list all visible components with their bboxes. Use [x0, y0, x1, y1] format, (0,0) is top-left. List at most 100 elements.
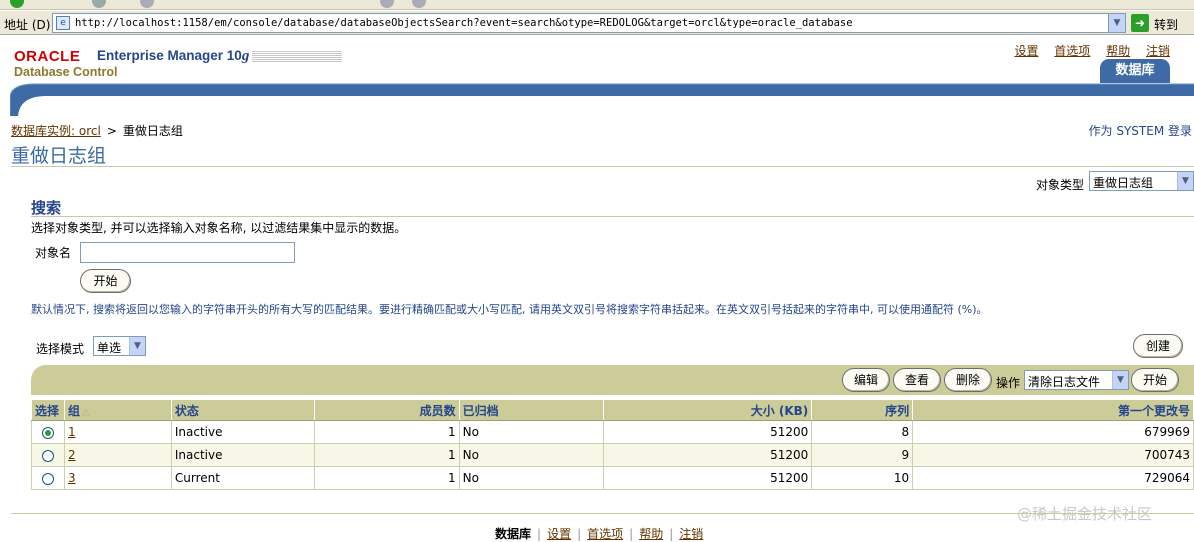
group-link[interactable]: 3 [68, 471, 76, 485]
oracle-logo-text: ORACLE [14, 48, 81, 65]
group-cell: 2 [63, 443, 172, 467]
go-button[interactable]: ➜ 转到 [1131, 13, 1191, 33]
global-link-help[interactable]: 帮助 [1106, 44, 1130, 58]
home-icon[interactable] [412, 0, 426, 8]
selection-mode-select[interactable]: 单选 ▼ [93, 336, 146, 356]
object-type-value: 重做日志组 [1093, 176, 1154, 190]
column-header-size: 大小 (KB) [603, 399, 813, 421]
selection-mode-label: 选择模式 [36, 342, 85, 356]
group-link[interactable]: 2 [68, 448, 76, 462]
status-cell: Inactive [170, 443, 315, 467]
sort-ascending-icon: △ [82, 406, 90, 418]
chevron-down-icon: ▼ [1112, 371, 1128, 389]
address-label: 地址 (D) [4, 18, 51, 32]
product-subtitle: Database Control [14, 65, 118, 79]
login-info: 作为 SYSTEM 登录 [1088, 124, 1192, 138]
search-start-button[interactable]: 开始 [80, 269, 131, 293]
sort-group-link[interactable]: 组 [68, 404, 80, 418]
selection-mode-value: 单选 [97, 341, 122, 355]
column-header-select: 选择 [31, 399, 65, 421]
column-header-first-change: 第一个更改号 [912, 399, 1194, 421]
stop-icon[interactable] [140, 0, 154, 8]
first-change-cell: 729064 [912, 466, 1194, 490]
operation-label: 操作 [996, 376, 1021, 390]
group-cell: 3 [63, 466, 172, 490]
members-cell: 1 [313, 443, 460, 467]
url-input[interactable]: e http://localhost:1158/em/console/datab… [52, 13, 1126, 33]
url-text: http://localhost:1158/em/console/databas… [75, 17, 853, 29]
header-bar [10, 83, 1194, 116]
go-label: 转到 [1154, 18, 1179, 32]
global-links: 设置 首选项 帮助 注销 [1002, 42, 1170, 59]
size-cell: 51200 [603, 466, 813, 490]
group-cell: 1 [63, 420, 172, 444]
column-header-sequence: 序列 [811, 399, 914, 421]
footer-link-preferences[interactable]: 首选项 [587, 527, 623, 541]
search-description: 选择对象类型, 并可以选择输入对象名称, 以过滤结果集中显示的数据。 [31, 221, 407, 235]
archived-cell: No [458, 466, 605, 490]
footer-separator: | [669, 527, 674, 541]
redo-log-table: 选择 组 △ 状态 成员数 已归档 大小 (KB) 序列 第一个更改号 1 Inac… [31, 399, 1194, 490]
object-type-select[interactable]: 重做日志组 ▼ [1089, 171, 1194, 191]
row-radio-button[interactable] [41, 472, 54, 485]
row-radio-button[interactable] [41, 426, 54, 439]
breadcrumb-instance-link[interactable]: 数据库实例: orcl [11, 124, 101, 138]
group-link[interactable]: 1 [68, 425, 76, 439]
footer-separator: | [537, 527, 542, 541]
row-select-cell[interactable] [31, 420, 65, 444]
search-hint: 默认情况下, 搜索将返回以您输入的字符串开头的所有大写的匹配结果。要进行精确匹配… [31, 303, 988, 316]
object-name-input[interactable] [80, 242, 295, 263]
operation-select[interactable]: 清除日志文件 ▼ [1024, 370, 1129, 390]
footer-link-help[interactable]: 帮助 [639, 527, 663, 541]
footer-separator: | [577, 527, 582, 541]
members-cell: 1 [313, 466, 460, 490]
operation-value: 清除日志文件 [1028, 375, 1101, 389]
footer-link-logout[interactable]: 注销 [679, 527, 703, 541]
operation-go-button[interactable]: 开始 [1131, 368, 1179, 392]
search-heading: 搜索 [31, 199, 62, 217]
row-select-cell[interactable] [31, 443, 65, 467]
page-icon: e [56, 16, 70, 30]
column-header-archived: 已归档 [458, 399, 605, 421]
row-select-cell[interactable] [31, 466, 65, 490]
forward-icon[interactable] [92, 0, 106, 8]
table-row: 3 Current 1 No 51200 10 729064 [31, 466, 1194, 490]
brand-stripes [252, 51, 342, 63]
column-header-group[interactable]: 组 △ [63, 399, 172, 421]
breadcrumb: 数据库实例: orcl > 重做日志组 [11, 122, 183, 139]
global-link-logout[interactable]: 注销 [1146, 44, 1170, 58]
footer-link-database[interactable]: 数据库 [495, 527, 531, 541]
sequence-cell: 9 [811, 443, 914, 467]
delete-button[interactable]: 删除 [944, 368, 992, 392]
chevron-down-icon[interactable]: ▼ [1108, 14, 1125, 32]
view-button[interactable]: 查看 [893, 368, 941, 392]
divider [11, 513, 1194, 514]
table-header-row: 选择 组 △ 状态 成员数 已归档 大小 (KB) 序列 第一个更改号 [31, 399, 1194, 421]
status-cell: Inactive [170, 420, 315, 444]
chevron-down-icon: ▼ [129, 337, 145, 355]
browser-toolbar [0, 0, 1194, 10]
footer-separator: | [629, 527, 634, 541]
divider [31, 216, 1194, 217]
footer-link-setup[interactable]: 设置 [547, 527, 571, 541]
members-cell: 1 [313, 420, 460, 444]
chevron-down-icon: ▼ [1177, 172, 1193, 190]
breadcrumb-separator: > [106, 124, 117, 138]
refresh-icon[interactable] [380, 0, 394, 8]
edit-button[interactable]: 编辑 [842, 368, 890, 392]
go-arrow-icon: ➜ [1131, 14, 1149, 32]
column-header-status: 状态 [170, 399, 315, 421]
row-radio-button[interactable] [41, 449, 54, 462]
back-icon[interactable] [10, 0, 24, 8]
table-row: 2 Inactive 1 No 51200 9 700743 [31, 443, 1194, 467]
object-name-label: 对象名 [35, 246, 72, 260]
breadcrumb-current: 重做日志组 [122, 124, 183, 138]
column-header-members: 成员数 [313, 399, 460, 421]
sequence-cell: 8 [811, 420, 914, 444]
tab-database[interactable]: 数据库 [1100, 59, 1170, 83]
global-link-setup[interactable]: 设置 [1014, 44, 1038, 58]
product-name: Enterprise Manager 10g [97, 48, 250, 64]
global-link-preferences[interactable]: 首选项 [1054, 44, 1090, 58]
create-button[interactable]: 创建 [1133, 334, 1183, 358]
first-change-cell: 679969 [912, 420, 1194, 444]
